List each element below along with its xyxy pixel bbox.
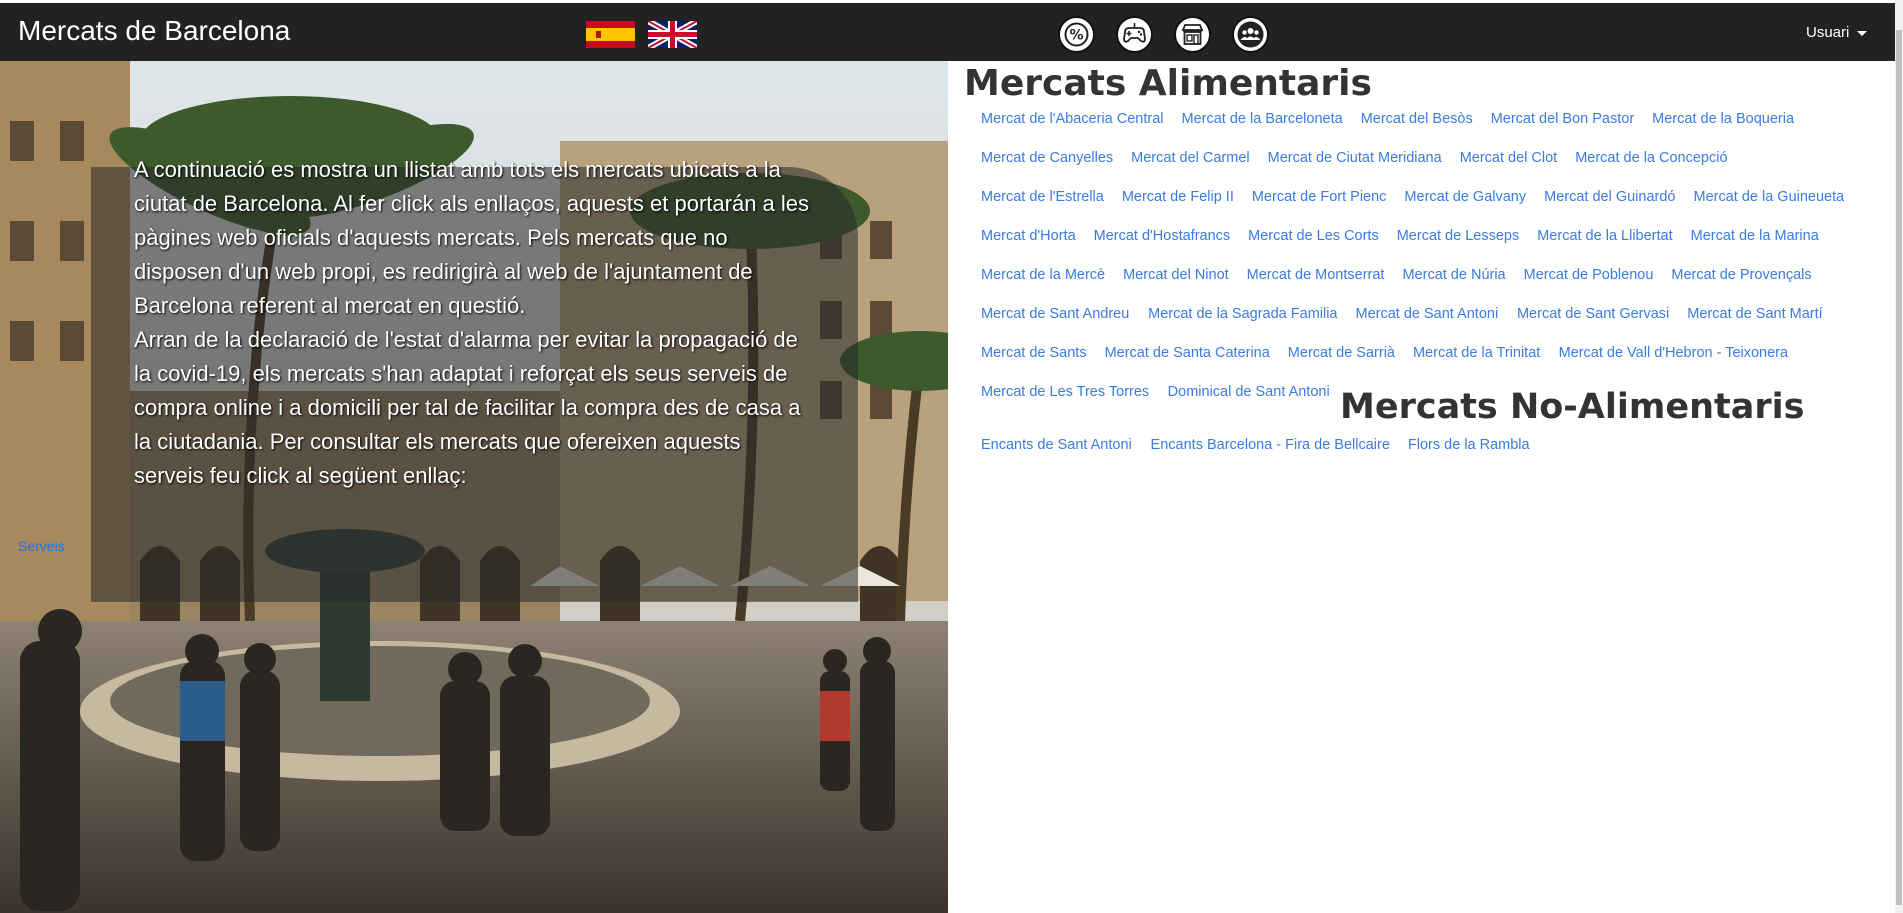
food-market-link[interactable]: Mercat de la Llibertat <box>1537 228 1672 244</box>
food-market-link[interactable]: Mercat de l'Abaceria Central <box>981 111 1164 127</box>
food-market-link[interactable]: Mercat de Sant Andreu <box>981 306 1129 322</box>
food-market-link[interactable]: Mercat de la Guineueta <box>1693 189 1844 205</box>
food-market-link[interactable]: Mercat d'Hostafrancs <box>1094 228 1231 244</box>
market-store-icon[interactable] <box>1174 16 1211 53</box>
food-market-link[interactable]: Mercat del Clot <box>1460 150 1558 166</box>
food-market-link[interactable]: Mercat de Sarrià <box>1288 345 1395 361</box>
intro-text: A continuació es mostra un llistat amb t… <box>134 153 814 493</box>
food-market-link[interactable]: Mercat de Sant Gervasi <box>1517 306 1669 322</box>
users-group-icon[interactable] <box>1232 16 1269 53</box>
intro-paragraph-2: Arran de la declaració de l'estat d'alar… <box>134 327 801 488</box>
food-market-link[interactable]: Mercat d'Horta <box>981 228 1076 244</box>
food-market-link[interactable]: Mercat de Galvany <box>1404 189 1526 205</box>
food-market-link[interactable]: Mercat del Besòs <box>1361 111 1473 127</box>
caret-down-icon <box>1857 30 1868 36</box>
food-market-link[interactable]: Mercat de Canyelles <box>981 150 1113 166</box>
food-market-link[interactable]: Mercat de Montserrat <box>1247 267 1385 283</box>
non-food-market-link[interactable]: Flors de la Rambla <box>1408 437 1530 453</box>
user-dropdown[interactable]: Usuari <box>1806 24 1868 41</box>
food-market-link[interactable]: Mercat de la Trinitat <box>1413 345 1540 361</box>
food-market-link[interactable]: Mercat de la Mercè <box>981 267 1105 283</box>
scrollbar-thumb[interactable] <box>1896 30 1902 905</box>
food-market-link[interactable]: Mercat de la Barceloneta <box>1181 111 1342 127</box>
spain-flag-icon[interactable] <box>586 21 635 48</box>
food-market-link[interactable]: Mercat de Santa Caterina <box>1105 345 1270 361</box>
non-food-market-link[interactable]: Encants Barcelona - Fira de Bellcaire <box>1151 437 1390 453</box>
user-dropdown-label: Usuari <box>1806 24 1850 41</box>
top-navbar: Mercats de Barcelona % Usuari <box>0 3 1895 61</box>
uk-flag-icon[interactable] <box>648 21 697 48</box>
food-market-link[interactable]: Mercat del Guinardó <box>1544 189 1675 205</box>
food-market-link[interactable]: Mercat de la Concepció <box>1575 150 1727 166</box>
food-market-link[interactable]: Mercat de Sants <box>981 345 1087 361</box>
food-market-link[interactable]: Mercat de Les Corts <box>1248 228 1379 244</box>
food-market-link[interactable]: Mercat de la Marina <box>1691 228 1819 244</box>
brand-title[interactable]: Mercats de Barcelona <box>18 15 290 47</box>
food-market-link[interactable]: Mercat de Ciutat Meridiana <box>1268 150 1442 166</box>
food-market-link[interactable]: Mercat de la Boqueria <box>1652 111 1794 127</box>
markets-panel: Mercats Alimentaris Mercat de l'Abaceria… <box>948 61 1895 913</box>
intro-paragraph-1: A continuació es mostra un llistat amb t… <box>134 157 810 318</box>
food-market-link[interactable]: Mercat del Ninot <box>1123 267 1229 283</box>
svg-text:%: % <box>1069 28 1083 44</box>
food-market-link[interactable]: Mercat del Carmel <box>1131 150 1249 166</box>
food-market-link[interactable]: Mercat de Sant Martí <box>1687 306 1822 322</box>
food-market-link[interactable]: Mercat de Poblenou <box>1524 267 1654 283</box>
non-food-markets-title: Mercats No-Alimentaris <box>1340 387 1805 427</box>
food-market-link[interactable]: Mercat de Fort Pienc <box>1252 189 1387 205</box>
serveis-link[interactable]: Serveis <box>18 538 65 554</box>
food-market-link[interactable]: Mercat de Núria <box>1402 267 1505 283</box>
food-market-link[interactable]: Mercat de Lesseps <box>1397 228 1520 244</box>
food-market-link[interactable]: Dominical de Sant Antoni <box>1168 384 1330 400</box>
food-market-link[interactable]: Mercat de Les Tres Torres <box>981 384 1149 400</box>
discount-percent-icon[interactable]: % <box>1058 16 1095 53</box>
food-market-link[interactable]: Mercat de Sant Antoni <box>1356 306 1499 322</box>
food-market-link[interactable]: Mercat de Provençals <box>1671 267 1811 283</box>
non-food-market-link[interactable]: Encants de Sant Antoni <box>981 437 1132 453</box>
food-market-link[interactable]: Mercat de Vall d'Hebron - Teixonera <box>1559 345 1789 361</box>
food-market-link[interactable]: Mercat de Felip II <box>1122 189 1234 205</box>
food-market-link[interactable]: Mercat del Bon Pastor <box>1491 111 1634 127</box>
food-market-link[interactable]: Mercat de la Sagrada Familia <box>1148 306 1337 322</box>
food-market-link[interactable]: Mercat de l'Estrella <box>981 189 1104 205</box>
food-markets-title: Mercats Alimentaris <box>964 63 1372 104</box>
gamepad-icon[interactable] <box>1116 16 1153 53</box>
